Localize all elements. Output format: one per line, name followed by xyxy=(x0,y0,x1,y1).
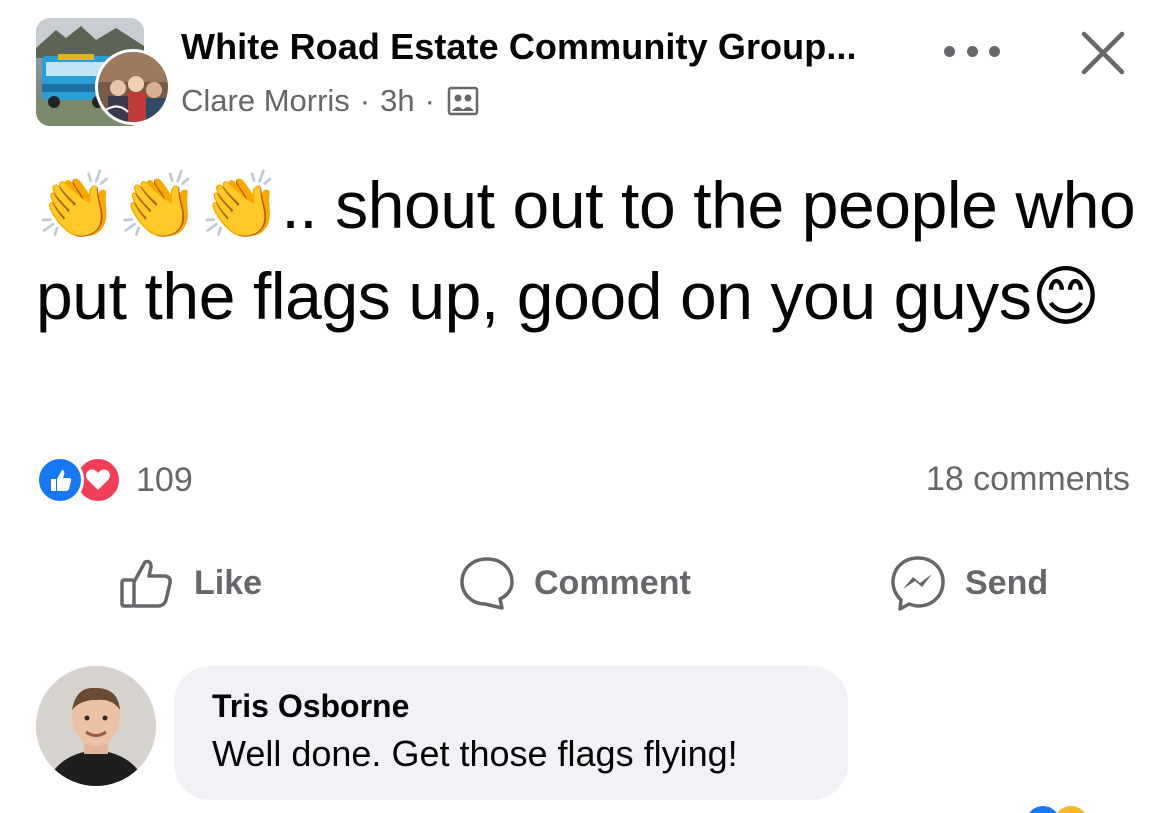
messenger-icon xyxy=(891,556,945,611)
clapping-hands-emoji: 👏👏👏 xyxy=(36,167,282,244)
group-members-icon xyxy=(447,86,479,116)
send-label: Send xyxy=(965,563,1049,602)
author-avatar[interactable] xyxy=(95,49,171,125)
reaction-count: 109 xyxy=(136,460,193,499)
post-text: 👏👏👏.. shout out to the people who put th… xyxy=(36,160,1136,342)
more-horizontal-icon-dot-2 xyxy=(989,45,1000,57)
smiling-face-emoji: 😊 xyxy=(1031,258,1100,335)
author-avatar-image xyxy=(98,52,168,122)
more-options-button[interactable] xyxy=(944,34,1000,68)
thumbs-up-icon xyxy=(120,559,172,608)
like-label: Like xyxy=(194,563,263,602)
comment-author[interactable]: Tris Osborne xyxy=(212,688,810,725)
comment-bubble[interactable]: Tris Osborne Well done. Get those flags … xyxy=(174,666,848,800)
close-button[interactable] xyxy=(1078,28,1128,78)
like-button[interactable]: Like xyxy=(118,552,262,614)
post-page: White Road Estate Community Group... Cla… xyxy=(0,0,1170,813)
meta-separator-2: · xyxy=(424,83,435,118)
close-icon xyxy=(1081,31,1125,75)
post-meta: Clare Morris · 3h · xyxy=(181,83,479,119)
commenter-avatar[interactable] xyxy=(36,666,156,786)
comment-like-reaction-icon xyxy=(1026,806,1060,813)
comment-bubble-icon xyxy=(460,557,514,610)
comment-button[interactable]: Comment xyxy=(458,552,691,614)
meta-separator: · xyxy=(359,83,371,118)
comments-count[interactable]: 18 comments xyxy=(926,460,1130,499)
author-name[interactable]: Clare Morris xyxy=(181,83,350,119)
more-horizontal-icon-dot xyxy=(966,45,978,57)
more-horizontal-icon xyxy=(944,45,955,57)
comment-text: Well done. Get those flags flying! xyxy=(212,733,738,774)
comment-label: Comment xyxy=(534,563,691,602)
send-button[interactable]: Send xyxy=(889,552,1048,614)
group-name[interactable]: White Road Estate Community Group... xyxy=(181,26,857,68)
commenter-avatar-image xyxy=(36,666,156,786)
like-reaction-icon xyxy=(36,456,84,504)
post-time[interactable]: 3h xyxy=(380,83,414,119)
reactions-summary[interactable]: 109 xyxy=(36,455,193,505)
comment-haha-reaction-icon xyxy=(1054,806,1088,813)
